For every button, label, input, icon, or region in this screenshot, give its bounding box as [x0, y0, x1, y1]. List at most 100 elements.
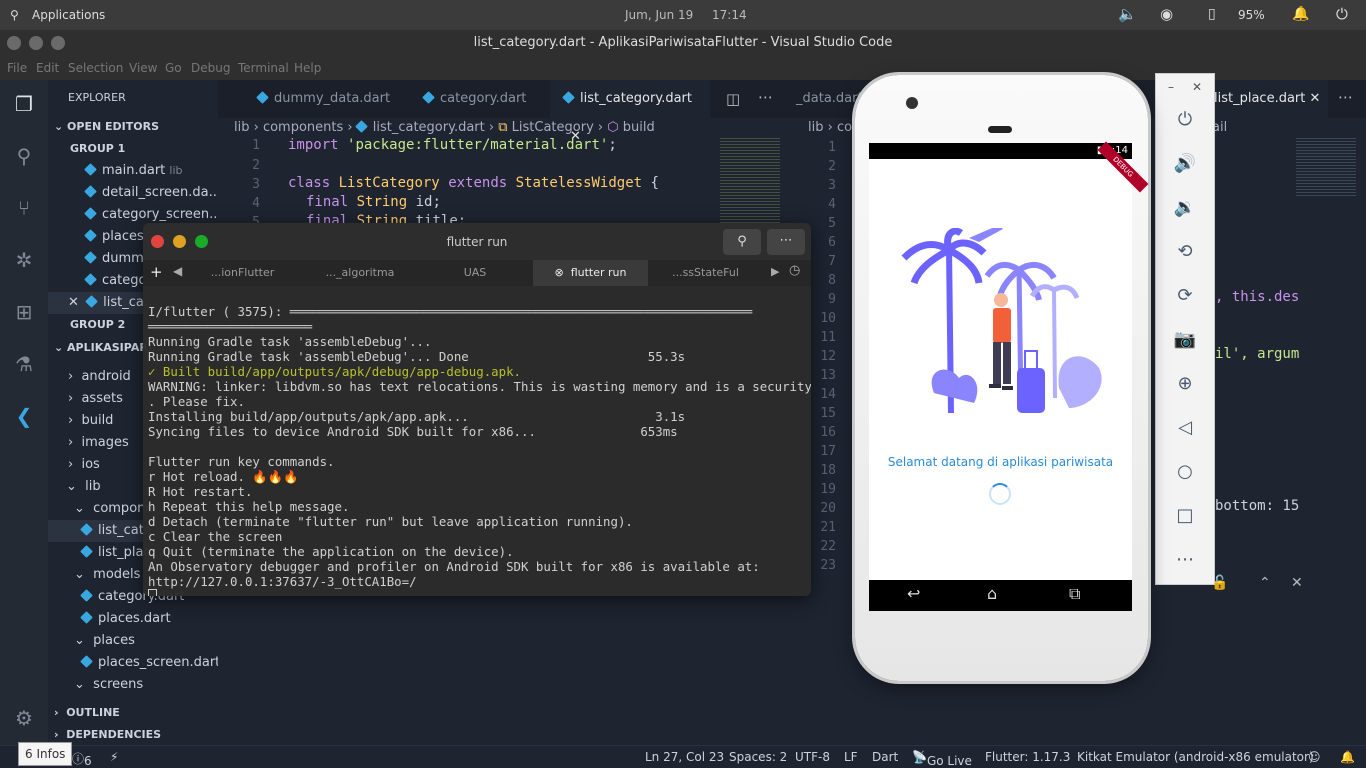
- back-icon[interactable]: ◁: [1173, 416, 1197, 440]
- outline-header[interactable]: › OUTLINE: [54, 702, 120, 724]
- device-selector[interactable]: Kitkat Emulator (android-x86 emulator): [1077, 750, 1314, 764]
- close-icon[interactable]: ✕: [1310, 91, 1321, 106]
- minimize-icon[interactable]: –: [1168, 80, 1174, 94]
- code-line[interactable]: class ListCategory extends StatelessWidg…: [288, 175, 659, 191]
- open-editors-header[interactable]: ⌄ OPEN EDITORS: [54, 116, 159, 138]
- terminal-tab-active[interactable]: ⊗ flutter run: [533, 260, 648, 286]
- menu-go[interactable]: Go: [165, 61, 182, 75]
- explorer-files-icon[interactable]: ❐: [12, 92, 36, 116]
- code-line[interactable]: final String id;: [306, 194, 441, 210]
- tab-dummy-data[interactable]: dummy_data.dart: [244, 80, 410, 118]
- breadcrumb-item[interactable]: lib: [234, 120, 249, 135]
- gear-icon[interactable]: ⚙: [12, 706, 36, 730]
- camera-icon[interactable]: 📷: [1173, 328, 1197, 352]
- code-fragment[interactable]: il', argum: [1215, 346, 1299, 362]
- scroll-left-icon[interactable]: ◀: [173, 264, 182, 278]
- file-places-screen[interactable]: places_screen.dart: [80, 652, 218, 674]
- code-line[interactable]: import 'package:flutter/material.dart';: [288, 137, 617, 153]
- eye-icon[interactable]: ◉: [1160, 5, 1173, 23]
- applications-menu[interactable]: Applications: [32, 8, 105, 22]
- eol[interactable]: LF: [844, 750, 858, 764]
- open-editor-item[interactable]: detail_screen.da...: [84, 182, 218, 204]
- zoom-icon[interactable]: ⊕: [1173, 372, 1197, 396]
- volume-up-icon[interactable]: 🔊: [1173, 152, 1197, 176]
- power-icon[interactable]: ⏻: [1336, 5, 1348, 23]
- folder-ios[interactable]: › ios: [68, 454, 100, 476]
- history-icon[interactable]: ◷: [789, 263, 800, 278]
- encoding[interactable]: UTF-8: [795, 750, 830, 764]
- scroll-right-icon[interactable]: ▶: [771, 265, 779, 278]
- cursor-position[interactable]: Ln 27, Col 23: [645, 750, 724, 764]
- folder-models[interactable]: ⌄ models: [74, 564, 140, 586]
- tab-data[interactable]: _data.dart: [790, 80, 863, 118]
- power-icon[interactable]: ⏻: [1173, 108, 1197, 132]
- terminal-tab[interactable]: ...ionFlutter: [185, 260, 300, 286]
- indentation[interactable]: Spaces: 2: [729, 750, 787, 764]
- split-editor-icon[interactable]: ◫: [726, 90, 740, 108]
- breadcrumb-item[interactable]: list_category.dart: [373, 120, 485, 135]
- bell-icon[interactable]: 🔔: [1292, 6, 1309, 22]
- home-icon[interactable]: ○: [1173, 460, 1197, 484]
- back-icon[interactable]: ↩: [907, 584, 920, 603]
- flutter-version[interactable]: Flutter: 1.17.3: [985, 750, 1070, 764]
- folder-android[interactable]: › android: [68, 366, 131, 388]
- code-fragment[interactable]: bottom: 15: [1215, 498, 1299, 514]
- source-control-icon[interactable]: ⑂: [12, 196, 36, 220]
- folder-build[interactable]: › build: [68, 410, 113, 432]
- problems-indicator[interactable]: ⓘ 6: [72, 750, 92, 768]
- test-flask-icon[interactable]: ⚗: [12, 352, 36, 376]
- flutter-icon[interactable]: ❮: [12, 404, 36, 428]
- tab-list-place[interactable]: list_place.dart ✕: [1210, 80, 1328, 118]
- menu-help[interactable]: Help: [294, 61, 321, 75]
- close-icon[interactable]: ✕: [1192, 80, 1202, 94]
- menu-edit[interactable]: Edit: [36, 61, 59, 75]
- extensions-icon[interactable]: ⊞: [12, 300, 36, 324]
- folder-places[interactable]: ⌄ places: [74, 630, 135, 652]
- tab-category[interactable]: category.dart: [410, 80, 550, 118]
- new-tab-icon[interactable]: +: [150, 263, 163, 281]
- menu-selection[interactable]: Selection: [68, 61, 123, 75]
- breadcrumb-item[interactable]: build: [623, 120, 655, 135]
- folder-assets[interactable]: › assets: [68, 388, 123, 410]
- terminal-tab[interactable]: ..._algoritma: [300, 260, 420, 286]
- menu-terminal[interactable]: Terminal: [238, 61, 289, 75]
- breadcrumb-item[interactable]: ListCategory: [512, 120, 594, 135]
- minimap[interactable]: [1296, 136, 1356, 196]
- search-icon[interactable]: ⚲: [723, 229, 761, 255]
- tab-list-category[interactable]: list_category.dart ✕: [550, 80, 710, 144]
- phone-screen[interactable]: ▮ 5:14 DEBUG Selamat datang di aplikasi …: [869, 141, 1149, 611]
- minimap[interactable]: [720, 136, 780, 226]
- volume-icon[interactable]: 🔈: [1118, 5, 1137, 23]
- search-icon[interactable]: ⚲: [12, 144, 36, 168]
- terminal-output[interactable]: I/flutter ( 3575): ═════════════════════…: [148, 289, 811, 596]
- go-live-button[interactable]: 📡 Go Live: [912, 750, 972, 768]
- recents-icon[interactable]: ⧉: [1069, 584, 1080, 604]
- volume-down-icon[interactable]: 🔉: [1173, 196, 1197, 220]
- more-actions-icon[interactable]: ⋯: [758, 88, 773, 106]
- menu-view[interactable]: View: [129, 61, 157, 75]
- folder-images[interactable]: › images: [68, 432, 129, 454]
- terminal-tab[interactable]: UAS: [420, 260, 530, 286]
- more-icon[interactable]: ⋯: [1173, 548, 1197, 572]
- debug-icon[interactable]: ✲: [12, 248, 36, 272]
- folder-screens[interactable]: ⌄ screens: [74, 674, 143, 696]
- file-places[interactable]: places.dart: [80, 608, 171, 630]
- flash-icon[interactable]: ⚡: [110, 750, 118, 764]
- rotate-right-icon[interactable]: ⟳: [1173, 284, 1197, 308]
- home-icon[interactable]: ⌂: [987, 584, 997, 603]
- maximize-panel-icon[interactable]: ⌃: [1259, 575, 1271, 591]
- language-mode[interactable]: Dart: [872, 750, 898, 764]
- menu-debug[interactable]: Debug: [191, 61, 230, 75]
- rotate-left-icon[interactable]: ⟲: [1173, 240, 1197, 264]
- terminal-tab[interactable]: ...ssStateFul: [648, 260, 763, 286]
- breadcrumb-item[interactable]: components: [263, 120, 343, 135]
- notifications-bell-icon[interactable]: 🔔: [1340, 750, 1355, 764]
- folder-lib[interactable]: ⌄ lib: [66, 476, 101, 498]
- close-panel-icon[interactable]: ✕: [1291, 575, 1303, 591]
- battery-icon[interactable]: ▯: [1208, 6, 1216, 22]
- more-actions-icon[interactable]: ⋯: [1338, 88, 1353, 106]
- close-icon[interactable]: ✕: [68, 295, 79, 310]
- close-icon[interactable]: ⊗: [555, 266, 564, 279]
- menu-file[interactable]: File: [7, 61, 27, 75]
- overview-icon[interactable]: □: [1173, 504, 1197, 528]
